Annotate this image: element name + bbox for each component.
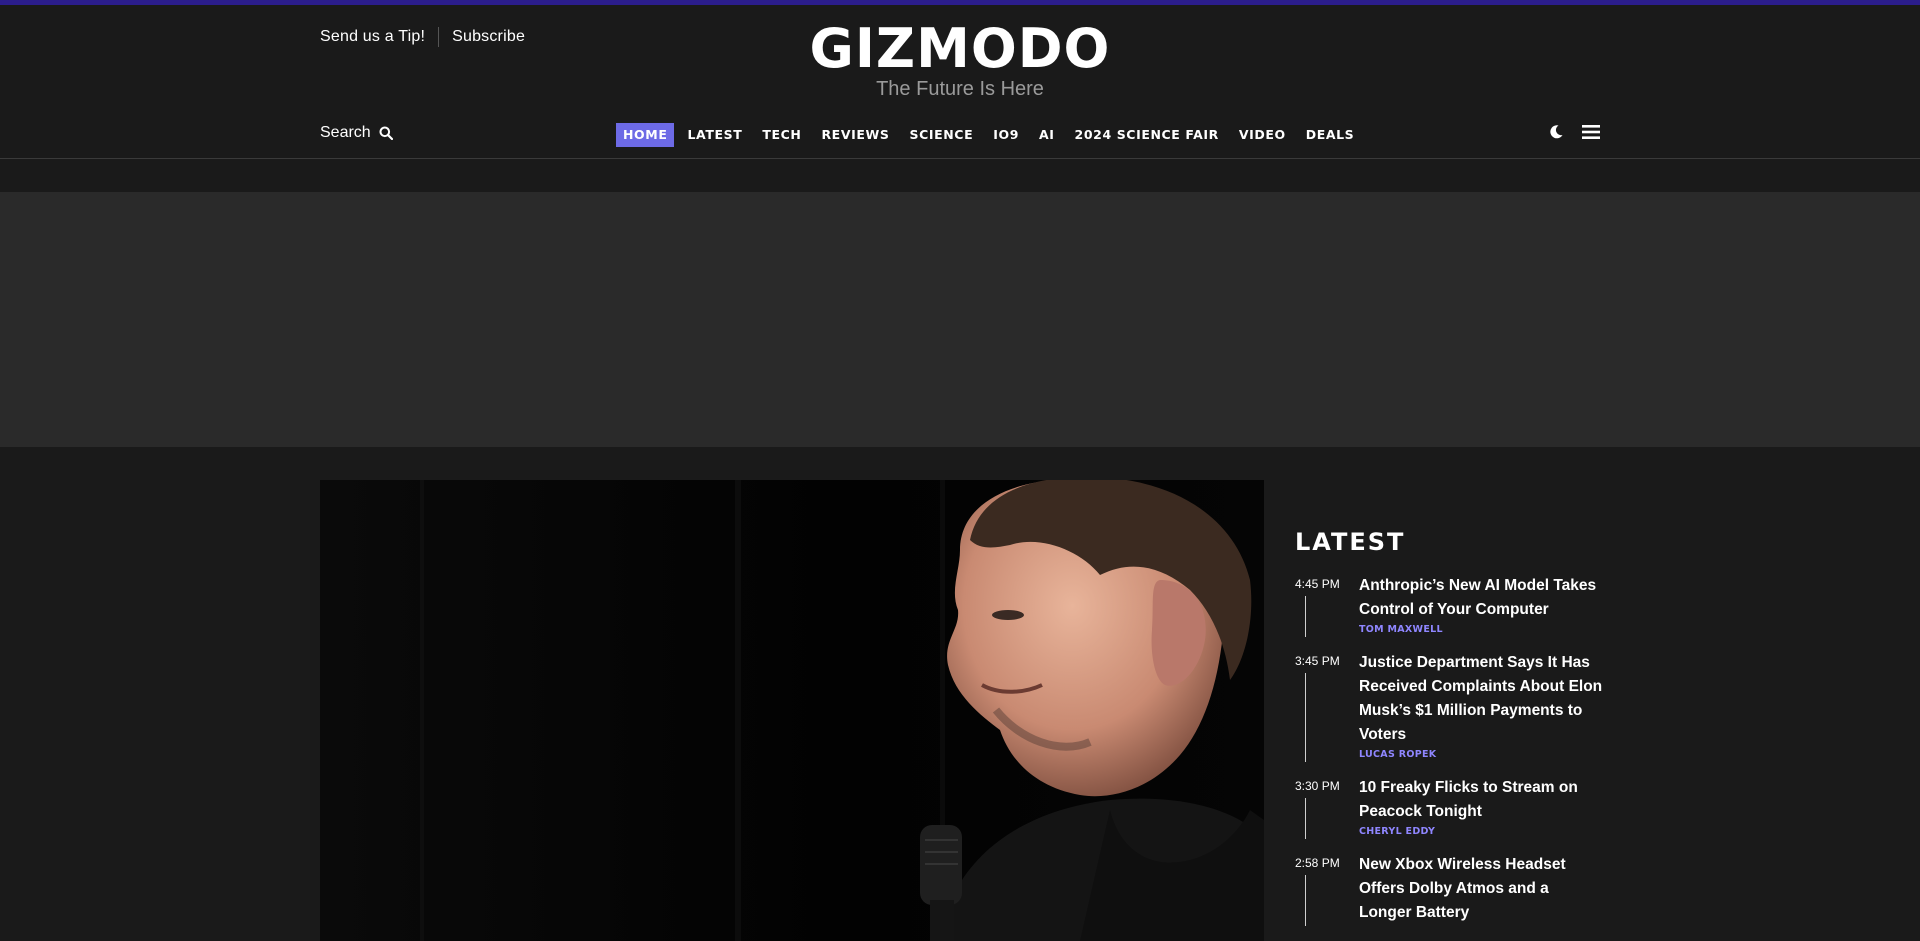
timeline-rule [1305, 596, 1306, 637]
latest-heading: LATEST [1295, 528, 1406, 556]
site-logo[interactable]: GIZMODO The Future Is Here [800, 17, 1120, 101]
nav-item-video[interactable]: VIDEO [1232, 123, 1293, 147]
latest-headline[interactable]: Justice Department Says It Has Received … [1359, 651, 1605, 747]
nav-item-science-fair[interactable]: 2024 SCIENCE FAIR [1068, 123, 1226, 147]
latest-headline[interactable]: New Xbox Wireless Headset Offers Dolby A… [1359, 853, 1605, 925]
nav-item-deals[interactable]: DEALS [1299, 123, 1362, 147]
nav-item-io9[interactable]: IO9 [986, 123, 1026, 147]
timeline-rule [1305, 875, 1306, 926]
site-header: Send us a Tip! Subscribe GIZMODO The Fut… [0, 5, 1920, 159]
nav-item-science[interactable]: SCIENCE [902, 123, 980, 147]
header-actions [1548, 124, 1600, 140]
nav-item-latest[interactable]: LATEST [680, 123, 749, 147]
logo-wordmark: GIZMODO [809, 17, 1111, 80]
latest-headline[interactable]: 10 Freaky Flicks to Stream on Peacock To… [1359, 776, 1605, 824]
latest-author[interactable]: TOM MAXWELL [1359, 623, 1605, 637]
latest-sidebar: LATEST 4:45 PM Anthropic’s New AI Model … [1295, 528, 1605, 940]
latest-author[interactable]: LUCAS ROPEK [1359, 748, 1605, 762]
nav-item-ai[interactable]: AI [1032, 123, 1062, 147]
latest-item[interactable]: 3:30 PM 10 Freaky Flicks to Stream on Pe… [1295, 776, 1605, 839]
nav-item-home[interactable]: HOME [616, 123, 675, 147]
search-icon [379, 126, 393, 140]
hero-image[interactable] [320, 480, 1264, 941]
send-tip-link[interactable]: Send us a Tip! [320, 28, 425, 46]
menu-button[interactable] [1582, 124, 1600, 140]
latest-item[interactable]: 2:58 PM New Xbox Wireless Headset Offers… [1295, 853, 1605, 926]
moon-icon [1550, 125, 1563, 139]
timeline-rule [1305, 798, 1306, 839]
nav-item-reviews[interactable]: REVIEWS [814, 123, 896, 147]
logo-tagline: The Future Is Here [876, 78, 1044, 100]
hamburger-menu-icon [1582, 125, 1600, 139]
search-label: Search [320, 124, 371, 141]
utility-divider [438, 27, 440, 47]
latest-item[interactable]: 4:45 PM Anthropic’s New AI Model Takes C… [1295, 574, 1605, 637]
ad-placeholder [0, 192, 1920, 447]
utility-links: Send us a Tip! Subscribe [320, 27, 525, 47]
latest-item[interactable]: 3:45 PM Justice Department Says It Has R… [1295, 651, 1605, 762]
timeline-rule [1305, 673, 1306, 762]
main-nav: HOME LATEST TECH REVIEWS SCIENCE IO9 AI … [616, 123, 1367, 147]
hero-photo [320, 480, 1264, 941]
latest-headline[interactable]: Anthropic’s New AI Model Takes Control o… [1359, 574, 1605, 622]
subscribe-link[interactable]: Subscribe [452, 28, 525, 46]
search-button[interactable]: Search [320, 124, 393, 142]
latest-author[interactable]: CHERYL EDDY [1359, 825, 1605, 839]
dark-mode-toggle[interactable] [1548, 124, 1564, 140]
nav-item-tech[interactable]: TECH [755, 123, 808, 147]
